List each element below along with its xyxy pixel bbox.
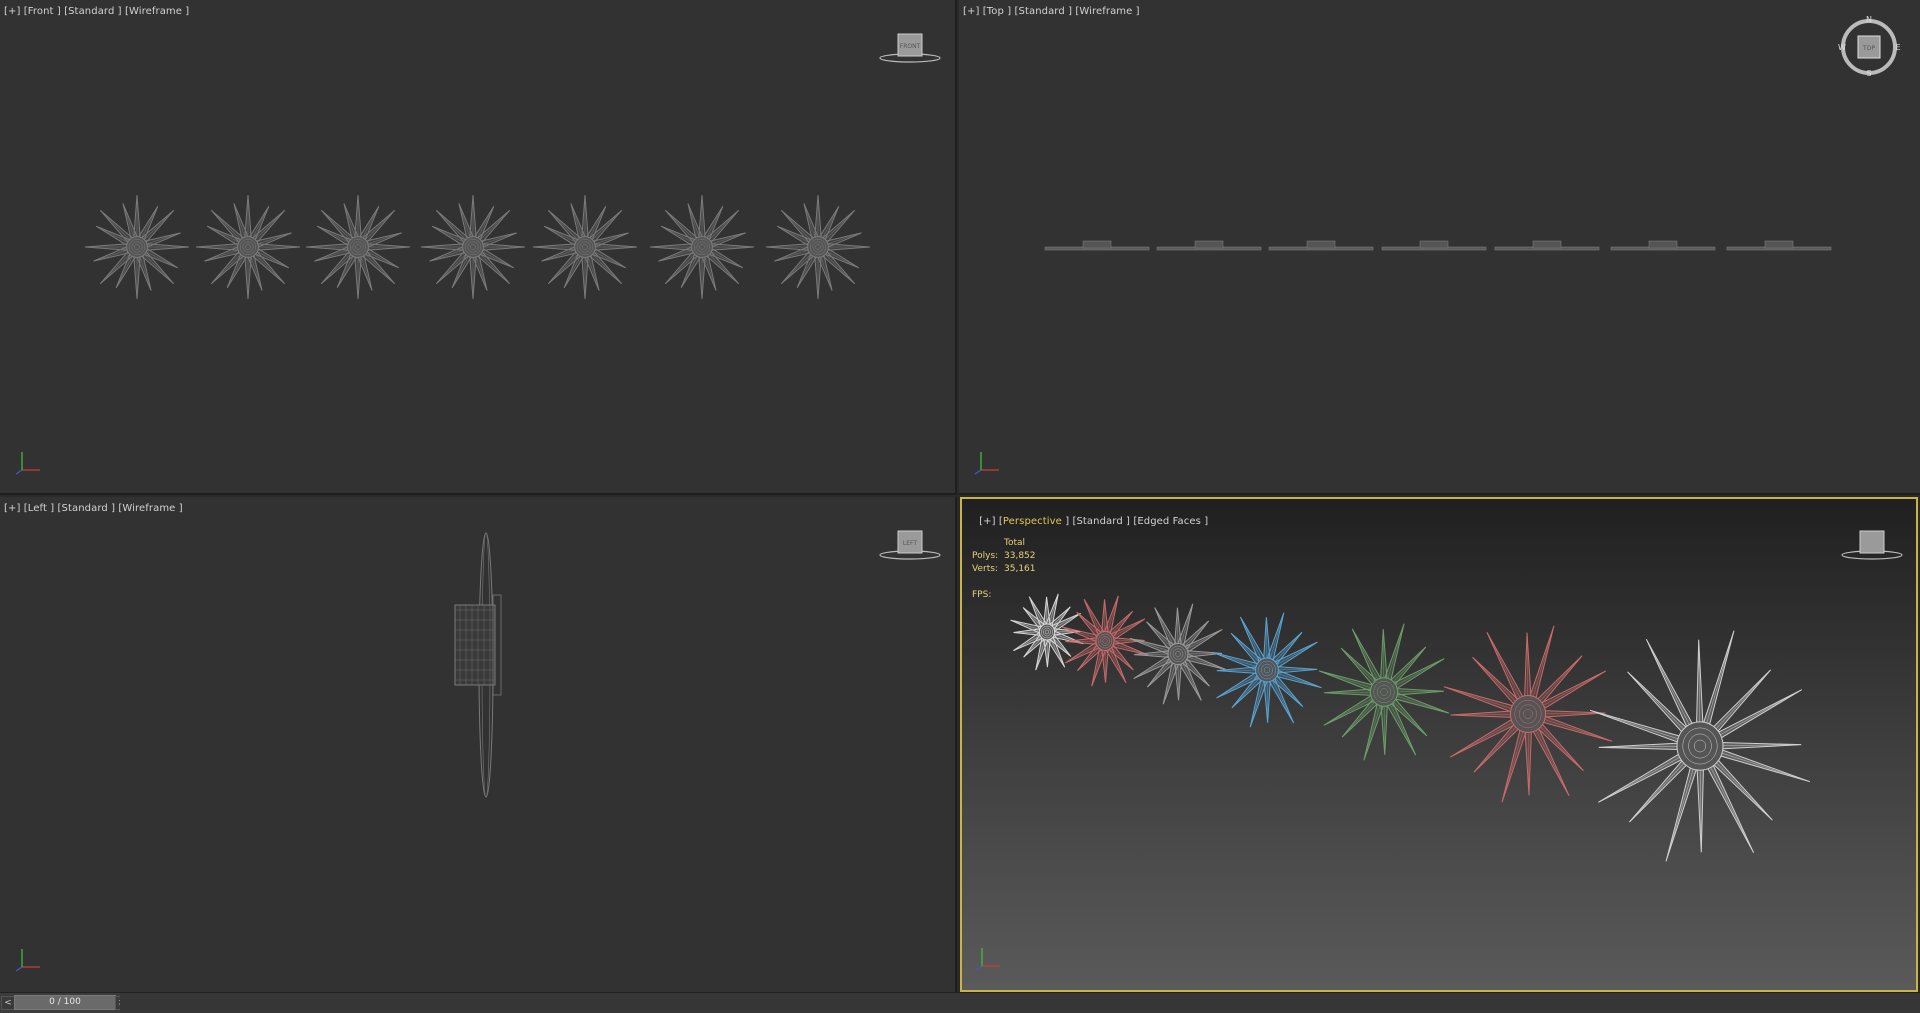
clock-hub <box>348 237 369 258</box>
z-axis <box>976 966 982 970</box>
starburst-clock <box>306 195 410 299</box>
compass-viewcube: TOP N S E W <box>1838 15 1900 78</box>
starburst-clock <box>1590 631 1810 862</box>
clock-top-view <box>1611 241 1715 250</box>
fps-label: FPS: <box>972 589 1004 602</box>
z-axis <box>975 470 981 474</box>
clock-hub <box>1677 722 1723 770</box>
viewport-top[interactable]: [+] [Top ] [Standard ] [Wireframe ] TOPN… <box>959 0 1920 495</box>
compass-letter: W <box>1838 43 1846 52</box>
clock-top-view <box>1727 241 1831 250</box>
viewcube-left: LEFT <box>880 531 940 559</box>
label-perspective: Perspective <box>1003 516 1065 527</box>
clock-hub <box>1510 696 1545 733</box>
compass-letter: E <box>1895 43 1900 52</box>
clock-hub <box>1096 632 1114 651</box>
starburst-clock <box>1319 624 1449 760</box>
clock-hub <box>575 237 596 258</box>
clock-hub <box>238 237 259 258</box>
starburst-clock <box>650 195 754 299</box>
starburst-clock <box>1213 613 1322 727</box>
clock-top-view <box>1045 241 1149 250</box>
viewcube-face <box>1860 531 1884 553</box>
viewcube-label: LEFT <box>903 540 917 547</box>
viewcube-front: FRONT <box>880 34 940 62</box>
clock-hub-top <box>1420 241 1448 248</box>
clock-hub-top <box>1533 241 1561 248</box>
verts-label: Verts: <box>972 563 1004 576</box>
label-suffix: ] [Standard ] [Edged Faces ] <box>1065 516 1208 527</box>
top-wireframe-scene: TOP N S E W <box>959 0 1920 495</box>
statistics-overlay: Total Polys:33,852 Verts:35,161 FPS: <box>972 537 1036 602</box>
perspective-scene <box>962 499 1918 990</box>
starburst-clock <box>1444 626 1612 803</box>
z-axis <box>16 470 22 474</box>
starburst-clock <box>766 195 870 299</box>
clock-hub <box>808 237 829 258</box>
starburst-clock <box>85 195 189 299</box>
timeline-prev-button[interactable]: < <box>1 996 15 1010</box>
clock-top-view <box>1269 241 1373 250</box>
viewport-label-perspective[interactable]: [+] [Perspective ] [Standard ] [Edged Fa… <box>966 505 1208 538</box>
label-prefix: [+] [ <box>979 516 1003 527</box>
clock-top-view <box>1157 241 1261 250</box>
viewport-left[interactable]: [+] [Left ] [Standard ] [Wireframe ] LEF… <box>0 497 957 992</box>
compass-letter: N <box>1866 15 1872 24</box>
clock-hub-top <box>1307 241 1335 248</box>
stats-header: Total <box>1004 537 1025 550</box>
viewport-perspective[interactable]: [+] [Perspective ] [Standard ] [Edged Fa… <box>960 497 1918 992</box>
clock-hub <box>463 237 484 258</box>
clock-top-view <box>1495 241 1599 250</box>
clock-hub-top <box>1195 241 1223 248</box>
clock-side-view <box>455 533 501 797</box>
polys-label: Polys: <box>972 550 1004 563</box>
timeline-bar: < 0 / 100 > <box>0 992 1920 1013</box>
verts-value: 35,161 <box>1004 563 1036 576</box>
starburst-clock <box>421 195 525 299</box>
axis-gizmo-left <box>16 949 40 971</box>
clock-hub-top <box>1649 241 1677 248</box>
left-wireframe-scene: LEFT <box>0 497 957 992</box>
starburst-clock <box>533 195 637 299</box>
clock-mechanism <box>455 605 495 685</box>
clock-hub <box>1256 658 1279 682</box>
compass-letter: S <box>1866 69 1871 78</box>
clock-hub-top <box>1083 241 1111 248</box>
viewcube-perspective <box>1842 531 1902 559</box>
axis-gizmo-top <box>975 452 999 474</box>
clock-hub <box>127 237 148 258</box>
timeline-track[interactable] <box>120 993 1920 1013</box>
polys-value: 33,852 <box>1004 550 1036 563</box>
clock-top-view <box>1382 241 1486 250</box>
viewcube-label: TOP <box>1862 45 1875 52</box>
viewport-front[interactable]: [+] [Front ] [Standard ] [Wireframe ] FR… <box>0 0 957 495</box>
axis-gizmo-front <box>16 452 40 474</box>
viewcube-label: FRONT <box>900 43 921 50</box>
starburst-clock <box>196 195 300 299</box>
clock-hub <box>1370 678 1397 707</box>
z-axis <box>16 967 22 971</box>
time-slider[interactable]: 0 / 100 <box>14 995 116 1010</box>
clock-hub <box>1168 644 1188 665</box>
axis-gizmo-perspective <box>976 948 1000 970</box>
clock-hub <box>1039 624 1054 640</box>
front-wireframe-scene: FRONT <box>0 0 957 495</box>
clock-hub <box>692 237 713 258</box>
clock-hub-top <box>1765 241 1793 248</box>
